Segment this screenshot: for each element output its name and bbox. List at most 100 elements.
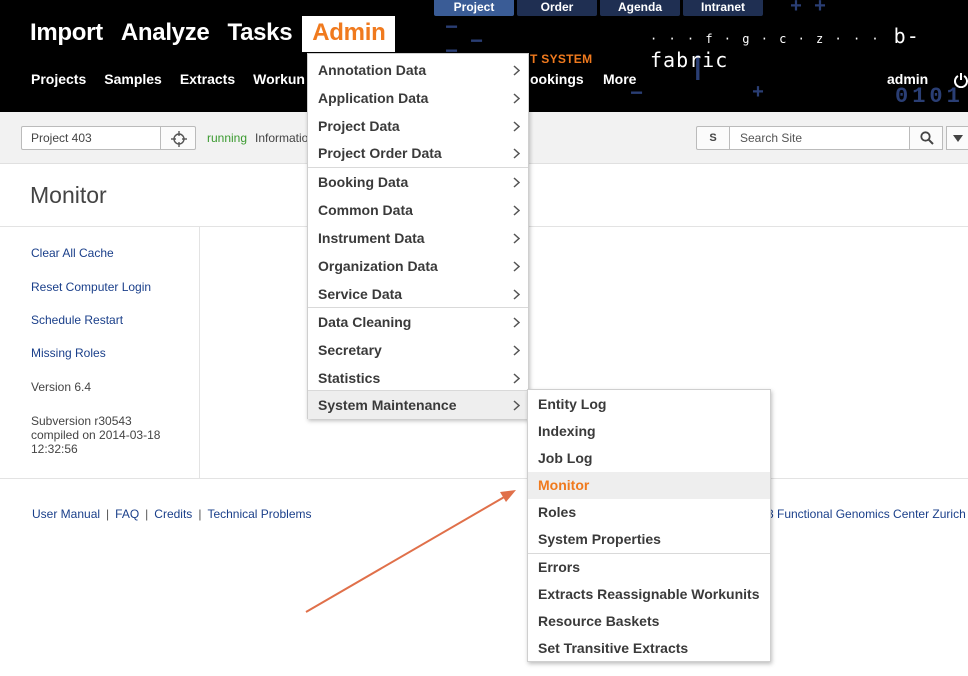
chevron-right-icon <box>513 400 520 411</box>
footer-credits-link[interactable]: Credits <box>154 507 192 521</box>
top-tab-project[interactable]: Project <box>434 0 514 16</box>
subnav-workunits[interactable]: Workun <box>253 71 305 87</box>
top-tab-order[interactable]: Order <box>517 0 597 16</box>
footer: User Manual | FAQ | Credits | Technical Proble… <box>32 507 311 521</box>
deco-plus: + + <box>790 0 827 19</box>
build-subversion: Subversion r30543 <box>31 414 132 428</box>
project-selector-input[interactable]: Project 403 <box>21 126 161 150</box>
submenu-item-system-properties[interactable]: System Properties <box>528 526 770 553</box>
deco-dash: − <box>470 30 484 55</box>
chevron-right-icon <box>513 177 520 188</box>
footer-technical-problems-link[interactable]: Technical Problems <box>207 507 311 521</box>
footer-faq-link[interactable]: FAQ <box>115 507 139 521</box>
subnav-more[interactable]: More <box>603 71 636 87</box>
submenu-item-indexing[interactable]: Indexing <box>528 418 770 445</box>
page-title: Monitor <box>30 182 107 208</box>
chevron-right-icon <box>513 317 520 328</box>
chevron-down-icon <box>953 135 963 142</box>
menu-item-label: Booking Data <box>318 174 409 190</box>
menu-item-label: Organization Data <box>318 258 438 274</box>
menu-item-system-maintenance[interactable]: System Maintenance <box>308 391 528 419</box>
footer-user-manual-link[interactable]: User Manual <box>32 507 100 521</box>
footer-copyright[interactable]: 3 Functional Genomics Center Zurich <box>767 507 966 521</box>
chevron-right-icon <box>513 205 520 216</box>
menu-item-label: Project Order Data <box>318 145 442 161</box>
missing-roles-link[interactable]: Missing Roles <box>31 346 106 360</box>
chevron-right-icon <box>513 148 520 159</box>
menu-item-annotation-data[interactable]: Annotation Data <box>308 56 528 84</box>
deco-plus: + <box>752 82 765 105</box>
power-icon[interactable] <box>953 72 968 88</box>
menu-item-project-order-data[interactable]: Project Order Data <box>308 139 528 167</box>
schedule-restart-link[interactable]: Schedule Restart <box>31 313 123 327</box>
system-label: T SYSTEM <box>530 52 593 66</box>
menu-item-label: Data Cleaning <box>318 314 412 330</box>
submenu-item-entity-log[interactable]: Entity Log <box>528 391 770 418</box>
menu-item-service-data[interactable]: Service Data <box>308 280 528 308</box>
menu-item-booking-data[interactable]: Booking Data <box>308 168 528 196</box>
submenu-item-resource-baskets[interactable]: Resource Baskets <box>528 608 770 635</box>
system-maintenance-submenu: Entity Log Indexing Job Log Monitor Role… <box>527 389 771 662</box>
menu-item-statistics[interactable]: Statistics <box>308 364 528 392</box>
chevron-right-icon <box>513 93 520 104</box>
main-nav: Import Analyze Tasks Admin <box>30 16 413 52</box>
submenu-item-monitor[interactable]: Monitor <box>528 472 770 499</box>
subnav-bookings[interactable]: ookings <box>530 71 584 87</box>
chevron-right-icon <box>513 261 520 272</box>
menu-item-secretary[interactable]: Secretary <box>308 336 528 364</box>
top-tab-intranet[interactable]: Intranet <box>683 0 763 16</box>
subnav-extracts[interactable]: Extracts <box>180 71 235 87</box>
admin-dropdown-menu: Annotation Data Application Data Project… <box>307 53 529 419</box>
brand-logo[interactable]: · · · f · g · c · z · · · b-fabric <box>650 24 968 72</box>
menu-item-label: Instrument Data <box>318 230 425 246</box>
chevron-right-icon <box>513 65 520 76</box>
footer-separator: | <box>198 507 202 521</box>
nav-tasks[interactable]: Tasks <box>227 16 292 52</box>
menu-item-label: Application Data <box>318 90 429 106</box>
nav-analyze[interactable]: Analyze <box>121 16 210 52</box>
menu-item-label: Statistics <box>318 370 381 386</box>
menu-item-common-data[interactable]: Common Data <box>308 196 528 224</box>
menu-item-application-data[interactable]: Application Data <box>308 84 528 112</box>
top-tab-bar: Project Order Agenda Intranet <box>434 0 763 16</box>
chevron-right-icon <box>513 233 520 244</box>
subnav-samples[interactable]: Samples <box>104 71 162 87</box>
search-scope-button[interactable]: S <box>696 126 730 150</box>
menu-item-organization-data[interactable]: Organization Data <box>308 252 528 280</box>
submenu-item-roles[interactable]: Roles <box>528 499 770 526</box>
submenu-item-extracts-reassignable-workunits[interactable]: Extracts Reassignable Workunits <box>528 581 770 608</box>
footer-separator: | <box>106 507 110 521</box>
submenu-item-job-log[interactable]: Job Log <box>528 445 770 472</box>
reset-computer-login-link[interactable]: Reset Computer Login <box>31 280 151 294</box>
divider <box>0 478 968 479</box>
toolbar-more-button[interactable] <box>946 126 968 150</box>
subnav-projects[interactable]: Projects <box>31 71 86 87</box>
build-compiled-time: 12:32:56 <box>31 442 78 456</box>
chevron-right-icon <box>513 121 520 132</box>
submenu-item-set-transitive-extracts[interactable]: Set Transitive Extracts <box>528 635 770 662</box>
menu-item-project-data[interactable]: Project Data <box>308 112 528 140</box>
search-icon <box>920 131 934 145</box>
clear-all-cache-link[interactable]: Clear All Cache <box>31 246 114 260</box>
locate-project-button[interactable] <box>160 126 196 150</box>
menu-item-data-cleaning[interactable]: Data Cleaning <box>308 308 528 336</box>
nav-import[interactable]: Import <box>30 16 103 52</box>
build-compiled-date: compiled on 2014-03-18 <box>31 428 161 442</box>
search-button[interactable] <box>909 126 943 150</box>
status-information[interactable]: Informatio <box>255 131 308 145</box>
menu-item-instrument-data[interactable]: Instrument Data <box>308 224 528 252</box>
top-tab-agenda[interactable]: Agenda <box>600 0 680 16</box>
brand-dots: · · · f · g · c · z · · · <box>650 32 881 46</box>
deco-dash: − <box>445 16 459 41</box>
search-input[interactable]: Search Site <box>729 126 910 150</box>
user-menu[interactable]: admin <box>887 71 928 87</box>
chevron-right-icon <box>513 373 520 384</box>
chevron-right-icon <box>513 345 520 356</box>
chevron-right-icon <box>513 289 520 300</box>
nav-admin[interactable]: Admin <box>302 16 396 52</box>
menu-item-label: Service Data <box>318 286 403 302</box>
version-label: Version 6.4 <box>31 380 92 394</box>
sub-nav: Projects Samples Extracts Workun <box>31 71 323 87</box>
submenu-item-errors[interactable]: Errors <box>528 554 770 581</box>
crosshair-icon <box>171 131 187 147</box>
